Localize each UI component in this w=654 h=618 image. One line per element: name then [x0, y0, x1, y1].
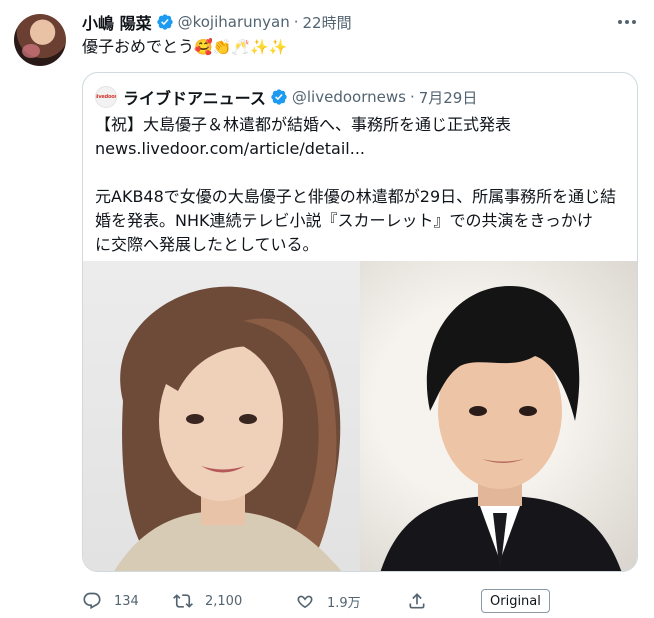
reply-button[interactable]: 134 [82, 591, 139, 611]
quote-display-name: ライブドアニュース [123, 89, 266, 108]
like-button[interactable]: 1.9万 [295, 591, 361, 611]
author-avatar[interactable] [14, 14, 66, 66]
more-options-icon[interactable] [616, 12, 638, 32]
quote-text: 【祝】大島優子＆林遣都が結婚へ、事務所を通じ正式発表 news.livedoor… [95, 113, 627, 257]
retweet-button[interactable]: 2,100 [173, 591, 242, 611]
quote-body-line: 元AKB48で女優の大島優子と俳優の林遣都が29日、所属事務所を通じ結 [95, 187, 617, 206]
reply-count: 134 [114, 593, 139, 609]
tweet-time[interactable]: 22時間 [302, 12, 351, 33]
photo-man[interactable] [360, 261, 637, 571]
retweet-count: 2,100 [205, 593, 243, 609]
share-button[interactable] [407, 591, 427, 611]
verified-badge-icon [271, 89, 287, 105]
like-count: 1.9万 [327, 595, 361, 611]
original-button[interactable]: Original [481, 589, 550, 613]
quote-body-line: に交際へ発展したとしている。 [95, 235, 319, 254]
quote-body-line: 婚を発表。NHK連続テレビ小説『スカーレット』での共演をきっかけ [95, 211, 593, 230]
quote-date: 7月29日 [418, 88, 478, 107]
author-display-name[interactable]: 小嶋 陽菜 [82, 10, 152, 34]
quote-logo-text: livedoor [95, 94, 117, 100]
quote-header: livedoor ライブドアニュース @livedoornews · 7月29日 [95, 85, 477, 109]
retweet-icon [173, 594, 193, 608]
quote-handle: @livedoornews [291, 88, 406, 106]
tweet-actions: 134 2,100 1.9万 Original [82, 588, 638, 614]
tweet-text: 優子おめでとう🥰👏🥂✨✨ [82, 36, 287, 58]
quote-media[interactable] [83, 261, 637, 571]
quote-title: 【祝】大島優子＆林遣都が結婚へ、事務所を通じ正式発表 [95, 115, 512, 134]
author-handle[interactable]: @kojiharunyan [178, 13, 290, 31]
quote-avatar: livedoor [95, 86, 117, 108]
header-separator: · [293, 13, 299, 31]
share-icon [409, 593, 425, 609]
tweet-emojis: 🥰👏🥂✨✨ [194, 38, 288, 56]
quoted-tweet-card[interactable]: livedoor ライブドアニュース @livedoornews · 7月29日… [82, 72, 638, 572]
quote-link[interactable]: news.livedoor.com/article/detail... [95, 137, 627, 161]
verified-badge-icon [156, 14, 173, 30]
heart-icon [297, 595, 313, 609]
tweet-text-body: 優子おめでとう [82, 37, 195, 56]
photo-woman[interactable] [83, 261, 360, 571]
reply-icon [83, 592, 101, 610]
quote-separator: · [409, 88, 415, 106]
tweet-header: 小嶋 陽菜 @kojiharunyan · 22時間 [82, 11, 352, 33]
